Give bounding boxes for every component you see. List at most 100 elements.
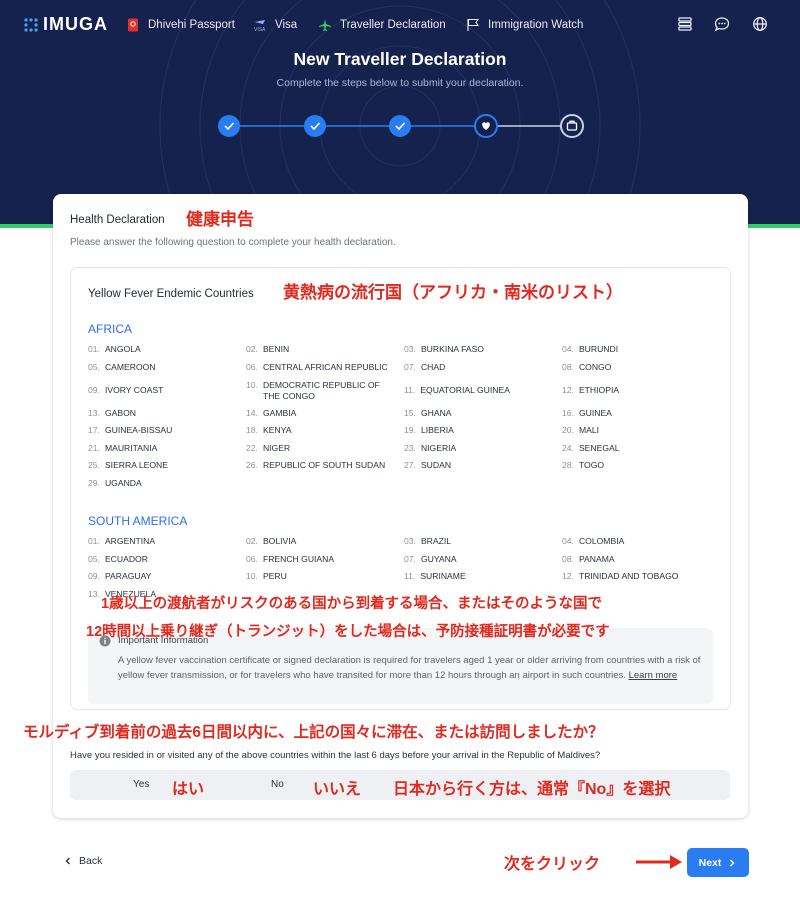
no-option[interactable]: No [271, 779, 284, 790]
country-name: KENYA [262, 425, 292, 435]
country-name: TOGO [578, 460, 605, 470]
country-item: 28. TOGO [562, 460, 604, 471]
nav-label: Visa [275, 19, 298, 31]
step-1 [218, 115, 240, 137]
country-name: CAMEROON [104, 361, 156, 372]
top-nav: IMUGA Dhivehi Passport VISA Visa Travell… [0, 0, 800, 50]
country-item: 08. CONGO [562, 362, 611, 373]
country-name: MALI [578, 425, 600, 435]
country-name: LIBERIA [420, 425, 454, 435]
progress-stepper [218, 114, 584, 138]
country-name: TRINIDAD AND TOBAGO [578, 571, 679, 581]
learn-more-link[interactable]: Learn more [629, 670, 678, 681]
country-number: 08. [562, 553, 574, 564]
country-item: 04. BURUNDI [562, 344, 618, 355]
country-item: 26. REPUBLIC OF SOUTH SUDAN [246, 460, 385, 471]
country-number: 29. [88, 477, 100, 488]
country-number: 05. [88, 553, 100, 564]
country-name: GUYANA [420, 553, 457, 564]
country-number: 25. [88, 460, 100, 470]
info-body: A yellow fever vaccination certificate o… [118, 654, 703, 683]
country-number: 22. [246, 442, 258, 453]
country-number: 02. [246, 344, 258, 354]
country-number: 17. [88, 425, 100, 435]
list-icon[interactable] [677, 16, 693, 32]
country-number: 04. [562, 344, 574, 354]
back-button[interactable]: Back [62, 855, 102, 867]
country-name: ETHIOPIA [578, 384, 620, 395]
country-number: 20. [562, 425, 574, 435]
chat-icon[interactable] [714, 16, 730, 32]
country-item: 12. ETHIOPIA [562, 385, 619, 396]
country-item: 29. UGANDA [88, 478, 142, 489]
country-name: BENIN [262, 344, 290, 354]
country-number: 03. [404, 536, 416, 546]
country-number: 14. [246, 407, 258, 418]
country-item: 02. BOLIVIA [246, 536, 296, 547]
passport-icon [126, 18, 140, 32]
country-item: 14. GAMBIA [246, 408, 296, 419]
country-number: 02. [246, 536, 258, 546]
country-name: GUINEA [578, 407, 612, 418]
country-item: 10. DEMOCRATIC REPUBLIC OF THE CONGO [246, 380, 384, 402]
step-4-current [474, 114, 498, 138]
country-name: BOLIVIA [262, 536, 297, 546]
nav-immigration-watch[interactable]: Immigration Watch [466, 18, 583, 32]
country-item: 02. BENIN [246, 344, 289, 355]
logo[interactable]: IMUGA [24, 14, 108, 35]
country-number: 09. [88, 384, 100, 395]
annotation-endemic: 黄熱病の流行国（アフリカ・南米のリスト） [283, 283, 623, 302]
residence-question: Have you resided in or visited any of th… [70, 750, 601, 761]
country-number: 01. [88, 344, 100, 354]
country-item: 13. GABON [88, 408, 136, 419]
plane-icon [318, 18, 332, 32]
country-item: 11. SURINAME [404, 571, 466, 582]
country-number: 11. [404, 571, 416, 581]
country-name: GAMBIA [262, 407, 297, 418]
nav-visa[interactable]: VISA Visa [253, 18, 297, 32]
country-number: 10. [246, 571, 258, 581]
country-item: 11. EQUATORIAL GUINEA [404, 385, 510, 396]
country-name: GABON [104, 407, 136, 418]
page-title: New Traveller Declaration [293, 49, 507, 69]
chevron-left-icon [65, 857, 70, 865]
country-number: 13. [88, 588, 100, 599]
nav-traveller-declaration[interactable]: Traveller Declaration [318, 18, 446, 32]
country-name: CONGO [578, 361, 612, 372]
country-name: ANGOLA [104, 344, 141, 354]
annotation-cert-line1: 1歳以上の渡航者がリスクのある国から到着する場合、またはそのような国で [101, 596, 603, 612]
country-item: 24. SENEGAL [562, 443, 620, 454]
country-item: 06. CENTRAL AFRICAN REPUBLIC [246, 362, 388, 373]
country-item: 01. ARGENTINA [88, 536, 155, 547]
country-number: 24. [562, 442, 574, 453]
country-name: PARAGUAY [104, 571, 152, 581]
step-2 [304, 115, 326, 137]
country-number: 09. [88, 571, 100, 581]
country-item: 21. MAURITANIA [88, 443, 157, 454]
country-number: 07. [404, 553, 416, 564]
country-item: 20. MALI [562, 425, 599, 436]
country-number: 08. [562, 361, 574, 372]
globe-icon[interactable] [752, 16, 768, 32]
yes-option[interactable]: Yes [133, 779, 149, 790]
country-item: 19. LIBERIA [404, 425, 454, 436]
annotation-no: いいえ [313, 781, 362, 798]
country-name: FRENCH GUIANA [262, 553, 335, 564]
region-africa: AFRICA [88, 322, 133, 336]
endemic-countries-panel: Yellow Fever Endemic Countries 黄熱病の流行国（ア… [70, 267, 731, 710]
logo-dots-icon [24, 17, 38, 32]
country-name: SURINAME [420, 571, 466, 581]
country-name: CHAD [420, 361, 446, 372]
country-number: 07. [404, 361, 416, 372]
next-button[interactable]: Next [687, 848, 749, 877]
nav-dhivehi-passport[interactable]: Dhivehi Passport [126, 18, 235, 32]
country-name: MAURITANIA [104, 442, 158, 453]
country-item: 10. PERU [246, 571, 287, 582]
annotation-japan: 日本から行く方は、通常『No』を選択 [393, 781, 671, 798]
card-subtitle: Please answer the following question to … [70, 237, 396, 248]
country-number: 18. [246, 425, 258, 435]
country-name: ECUADOR [104, 553, 148, 564]
country-item: 25. SIERRA LEONE [88, 460, 168, 471]
country-name: SUDAN [420, 460, 452, 470]
country-name: CENTRAL AFRICAN REPUBLIC [262, 361, 388, 372]
